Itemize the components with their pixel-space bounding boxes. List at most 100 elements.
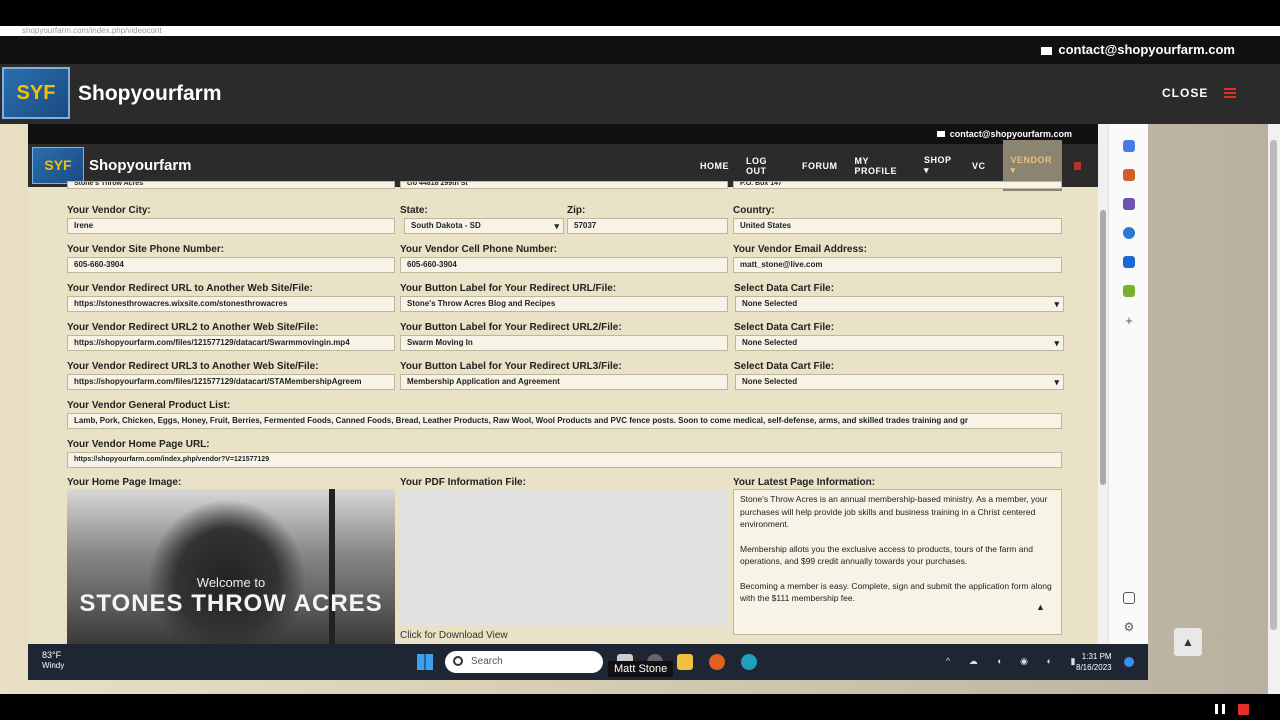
pdf-label: Your PDF Information File: bbox=[400, 477, 526, 488]
zip-field[interactable]: 57037 bbox=[567, 218, 728, 234]
datacart1-select[interactable]: None Selected bbox=[735, 296, 1064, 312]
url-strip: shopyourfarm.com/index.php/videocont bbox=[0, 26, 1280, 36]
button1-label: Your Button Label for Your Redirect URL/… bbox=[400, 283, 617, 294]
system-tray-icons[interactable]: ^ ☁ ◖ ◉ ◐ ▮ bbox=[946, 656, 1083, 667]
site-brand[interactable]: Shopyourfarm bbox=[78, 82, 222, 106]
windows-start-icon[interactable] bbox=[417, 654, 433, 670]
top-black-bar bbox=[0, 0, 1280, 26]
clock-time: 1:31 PM bbox=[1081, 652, 1112, 661]
add-icon[interactable]: + bbox=[1123, 314, 1135, 327]
notification-icon[interactable] bbox=[1124, 657, 1134, 667]
city-field[interactable]: Irene bbox=[67, 218, 395, 234]
page-scrollbar-thumb[interactable] bbox=[1270, 140, 1277, 630]
home-url-field[interactable]: https://shopyourfarm.com/index.php/vendo… bbox=[67, 452, 1062, 468]
outlook-icon[interactable] bbox=[1123, 256, 1135, 268]
cell-phone-field[interactable]: 605-660-3904 bbox=[400, 257, 728, 273]
pole-graphic bbox=[329, 489, 335, 644]
country-field[interactable]: United States bbox=[733, 218, 1062, 234]
file-explorer-icon[interactable] bbox=[677, 654, 693, 670]
outer-contact-email[interactable]: contact@shopyourfarm.com bbox=[1058, 42, 1235, 57]
redirect1-field[interactable]: https://stonesthrowacres.wixsite.com/sto… bbox=[67, 296, 395, 312]
taskbar-search[interactable]: Search bbox=[445, 651, 603, 673]
inner-brand[interactable]: Shopyourfarm bbox=[89, 157, 192, 174]
record-stop-icon[interactable] bbox=[1238, 704, 1249, 715]
video-frame: contact@shopyourfarm.com SYF Shopyourfar… bbox=[28, 124, 1098, 644]
windows-taskbar: 83°F Windy Search Matt Stone ^ ☁ ◖ ◉ ◐ ▮… bbox=[28, 644, 1148, 680]
scroll-to-top-button[interactable]: ▲ bbox=[1174, 628, 1202, 656]
redirect3-label: Your Vendor Redirect URL3 to Another Web… bbox=[67, 361, 319, 372]
outer-header: SYF Shopyourfarm CLOSE bbox=[0, 64, 1280, 124]
download-link[interactable]: Click for Download View bbox=[400, 630, 508, 641]
inner-contact-bar: contact@shopyourfarm.com bbox=[28, 124, 1098, 144]
menu-forum[interactable]: FORUM bbox=[802, 161, 838, 171]
email-field[interactable]: matt_stone@live.com bbox=[733, 257, 1062, 273]
envelope-icon bbox=[936, 131, 945, 137]
vendor-address-field[interactable]: c/o 44818 299th St bbox=[400, 181, 728, 189]
button1-field[interactable]: Stone's Throw Acres Blog and Recipes bbox=[400, 296, 728, 312]
search-placeholder: Search bbox=[471, 656, 503, 667]
menu-shop[interactable]: SHOP ▾ bbox=[924, 155, 955, 176]
weather-widget[interactable]: 83°F Windy bbox=[42, 650, 64, 671]
email-label: Your Vendor Email Address: bbox=[733, 244, 867, 255]
redirect2-label: Your Vendor Redirect URL2 to Another Web… bbox=[67, 322, 319, 333]
home-page-image[interactable]: Welcome to STONES THROW ACRES bbox=[67, 489, 395, 644]
chevron-up-icon[interactable]: ▲ bbox=[1036, 601, 1045, 614]
datacart2-label: Select Data Cart File: bbox=[734, 322, 835, 333]
vendor-pobox-field[interactable]: P.O. Box 147 bbox=[733, 181, 1062, 189]
close-button[interactable]: CLOSE bbox=[1162, 86, 1208, 100]
search-icon bbox=[453, 656, 463, 666]
site-phone-field[interactable]: 605-660-3904 bbox=[67, 257, 395, 273]
vendor-name-field[interactable]: Stone's Throw Acres bbox=[67, 181, 395, 189]
edge-icon[interactable] bbox=[741, 654, 757, 670]
datacart1-label: Select Data Cart File: bbox=[734, 283, 835, 294]
product-list-label: Your Vendor General Product List: bbox=[67, 400, 231, 411]
product-list-field[interactable]: Lamb, Pork, Chicken, Eggs, Honey, Fruit,… bbox=[67, 413, 1062, 429]
latest-info-label: Your Latest Page Information: bbox=[733, 477, 876, 488]
latest-paragraph-2: Membership allots you the exclusive acce… bbox=[740, 543, 1033, 567]
tools-icon[interactable] bbox=[1123, 198, 1135, 210]
inner-contact-email[interactable]: contact@shopyourfarm.com bbox=[950, 129, 1072, 139]
pdf-preview[interactable] bbox=[400, 489, 728, 626]
inner-hamburger-icon[interactable] bbox=[1073, 161, 1081, 170]
bottom-black-bar bbox=[0, 694, 1280, 720]
extension-icon[interactable] bbox=[1123, 285, 1135, 297]
clock-date: 8/16/2023 bbox=[1076, 663, 1112, 672]
copilot-icon[interactable] bbox=[1123, 140, 1135, 152]
redirect2-field[interactable]: https://shopyourfarm.com/files/121577129… bbox=[67, 335, 395, 351]
menu-logout[interactable]: LOG OUT bbox=[746, 156, 785, 176]
button2-field[interactable]: Swarm Moving In bbox=[400, 335, 728, 351]
latest-info-textarea[interactable]: Stone's Throw Acres is an annual members… bbox=[733, 489, 1062, 635]
tree-graphic bbox=[147, 499, 307, 644]
sidebar-panel-icon[interactable] bbox=[1123, 592, 1135, 604]
stones-throw-title: STONES THROW ACRES bbox=[79, 590, 383, 617]
button3-field[interactable]: Membership Application and Agreement bbox=[400, 374, 728, 390]
site-logo[interactable]: SYF bbox=[2, 67, 70, 119]
menu-profile[interactable]: MY PROFILE bbox=[855, 156, 907, 176]
pause-icon[interactable] bbox=[1215, 704, 1225, 714]
hamburger-menu-icon[interactable] bbox=[1224, 88, 1236, 98]
country-label: Country: bbox=[733, 205, 775, 216]
menu-vc[interactable]: VC bbox=[972, 161, 986, 171]
latest-paragraph-3: Becoming a member is easy. Complete, sig… bbox=[740, 580, 1052, 604]
city-label: Your Vendor City: bbox=[67, 205, 151, 216]
shopping-icon[interactable] bbox=[1123, 169, 1135, 181]
taskbar-clock[interactable]: 1:31 PM 8/16/2023 bbox=[1076, 651, 1112, 673]
state-select[interactable]: South Dakota - SD bbox=[404, 218, 564, 234]
menu-home[interactable]: HOME bbox=[700, 161, 729, 171]
weather-temp: 83°F bbox=[42, 650, 62, 660]
datacart3-label: Select Data Cart File: bbox=[734, 361, 835, 372]
inner-logo[interactable]: SYF bbox=[32, 147, 84, 184]
redirect3-field[interactable]: https://shopyourfarm.com/files/121577129… bbox=[67, 374, 395, 390]
datacart2-select[interactable]: None Selected bbox=[735, 335, 1064, 351]
firefox-icon[interactable] bbox=[709, 654, 725, 670]
datacart3-select[interactable]: None Selected bbox=[735, 374, 1064, 390]
settings-gear-icon[interactable]: ⚙ bbox=[1123, 621, 1135, 633]
outer-contact-bar: contact@shopyourfarm.com bbox=[0, 36, 1280, 64]
zip-label: Zip: bbox=[567, 205, 586, 216]
cell-phone-label: Your Vendor Cell Phone Number: bbox=[400, 244, 558, 255]
button2-label: Your Button Label for Your Redirect URL2… bbox=[400, 322, 622, 333]
inner-scrollbar-thumb[interactable] bbox=[1100, 210, 1106, 485]
office-icon[interactable] bbox=[1123, 227, 1135, 239]
home-url-label: Your Vendor Home Page URL: bbox=[67, 439, 210, 450]
button3-label: Your Button Label for Your Redirect URL3… bbox=[400, 361, 622, 372]
